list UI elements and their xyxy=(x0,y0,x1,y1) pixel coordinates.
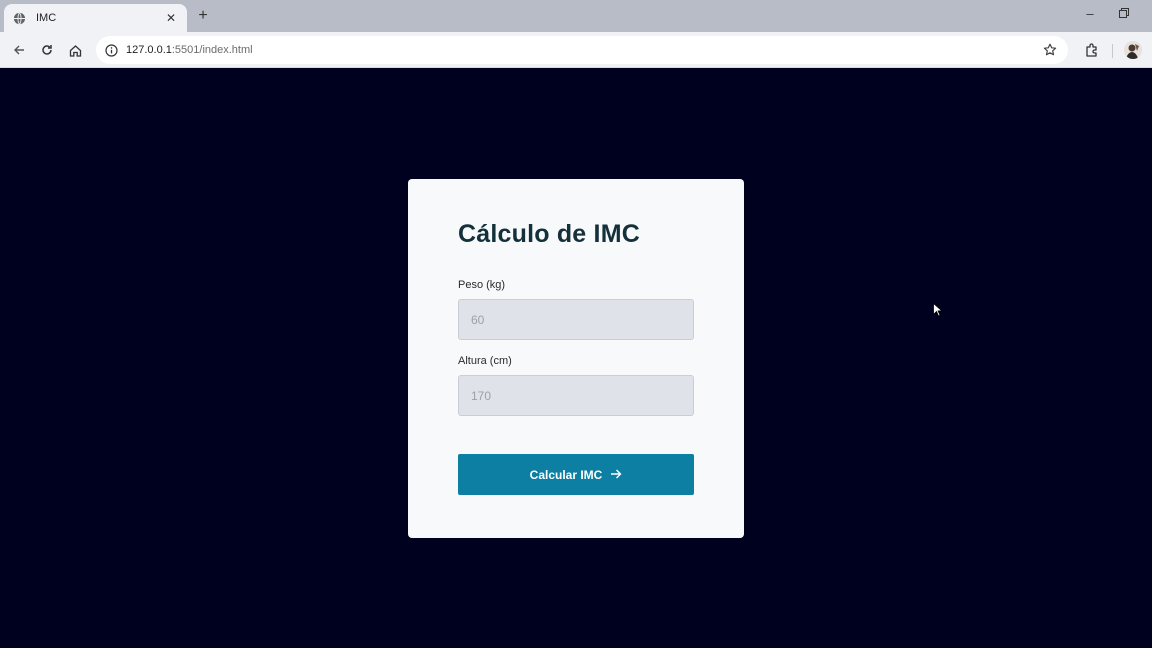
page-title: Cálculo de IMC xyxy=(458,220,640,248)
toolbar-divider xyxy=(1112,44,1113,58)
back-icon[interactable] xyxy=(10,41,28,59)
mouse-cursor-icon xyxy=(933,303,943,317)
globe-icon xyxy=(12,11,26,25)
url-text: 127.0.0.1:5501/index.html xyxy=(126,44,253,56)
info-icon[interactable] xyxy=(104,43,118,57)
calculate-button-label: Calcular IMC xyxy=(529,467,603,482)
browser-toolbar: 127.0.0.1:5501/index.html xyxy=(0,32,1152,68)
close-icon[interactable]: ✕ xyxy=(163,11,179,25)
imc-card: Cálculo de IMC Peso (kg) Altura (cm) Cal… xyxy=(408,179,744,538)
tab-strip: IMC ✕ + – xyxy=(0,0,1152,32)
tab-imc[interactable]: IMC ✕ xyxy=(4,4,187,32)
star-icon[interactable] xyxy=(1042,42,1058,58)
minimize-icon[interactable]: – xyxy=(1080,6,1100,21)
arrow-right-icon xyxy=(610,468,622,482)
home-icon[interactable] xyxy=(66,41,84,59)
weight-input[interactable] xyxy=(458,299,694,340)
extensions-icon[interactable] xyxy=(1083,41,1101,59)
calculate-imc-button[interactable]: Calcular IMC xyxy=(458,454,694,495)
tab-title: IMC xyxy=(36,12,57,24)
restore-icon[interactable] xyxy=(1114,6,1134,21)
new-tab-button[interactable]: + xyxy=(196,7,210,25)
profile-avatar[interactable] xyxy=(1124,41,1142,59)
height-input[interactable] xyxy=(458,375,694,416)
address-bar[interactable]: 127.0.0.1:5501/index.html xyxy=(96,36,1068,64)
height-label: Altura (cm) xyxy=(458,355,512,367)
weight-label: Peso (kg) xyxy=(458,279,506,291)
reload-icon[interactable] xyxy=(38,41,56,59)
